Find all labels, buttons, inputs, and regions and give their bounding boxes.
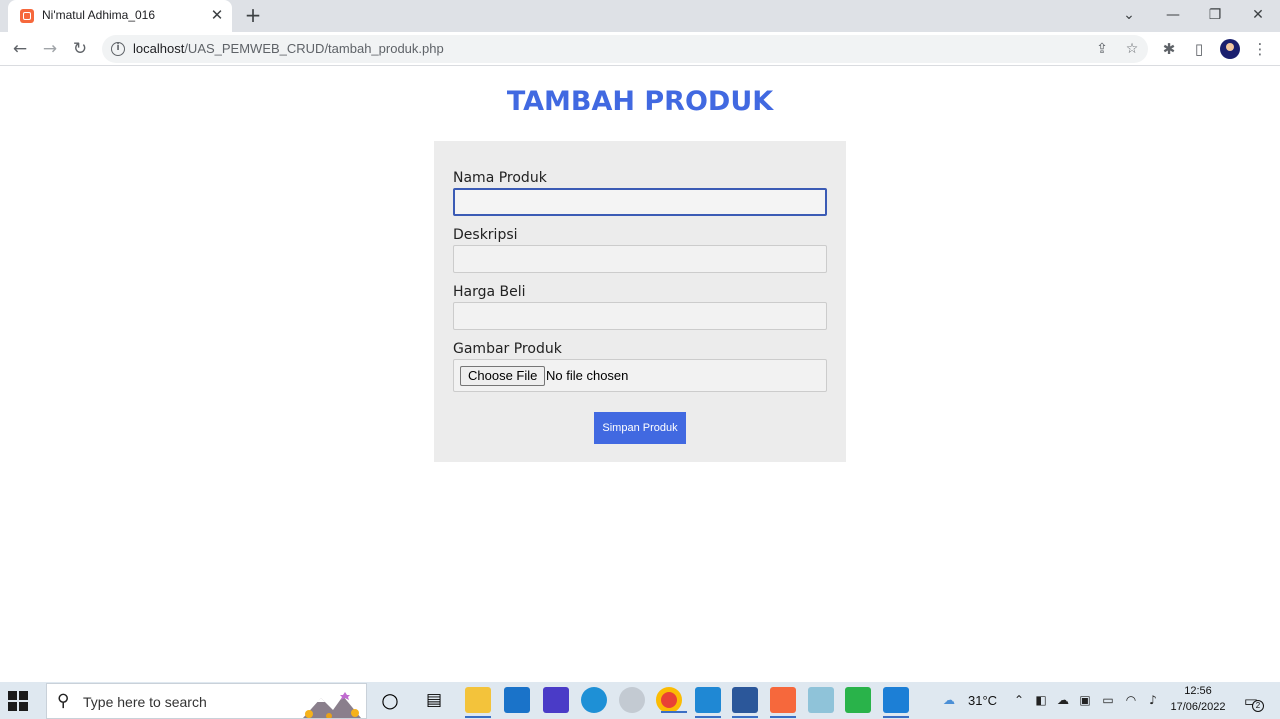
xampp-icon[interactable] bbox=[770, 687, 796, 718]
battery-icon[interactable]: ▭ bbox=[1100, 692, 1116, 708]
choose-file-button[interactable]: Choose File bbox=[460, 366, 546, 386]
app-icon[interactable] bbox=[808, 687, 834, 713]
forward-icon[interactable]: → bbox=[39, 38, 61, 60]
notification-count: 2 bbox=[1252, 700, 1264, 712]
taskbar: ⚲ Type here to search ○ ▤ ☁ 31°C ⌃ ◧ ☁ ▣… bbox=[0, 682, 1280, 719]
tab-strip: Ni'matul Adhima_016 ✕ + ⌄ — ❐ ✕ bbox=[0, 0, 1280, 32]
file-explorer-icon[interactable] bbox=[465, 687, 491, 718]
taskbar-search-box[interactable]: ⚲ Type here to search bbox=[46, 683, 367, 719]
gambar-produk-label: Gambar Produk bbox=[453, 341, 562, 357]
bookmark-star-icon[interactable]: ☆ bbox=[1122, 39, 1142, 59]
browser-toolbar: ← → ↻ i localhost/UAS_PEMWEB_CRUD/tambah… bbox=[0, 32, 1280, 66]
share-icon[interactable]: ⇪ bbox=[1092, 39, 1112, 59]
search-placeholder: Type here to search bbox=[83, 694, 207, 710]
new-tab-button[interactable]: + bbox=[243, 5, 263, 25]
search-icon: ⚲ bbox=[57, 691, 70, 711]
nama-produk-input[interactable] bbox=[453, 188, 827, 216]
simpan-produk-button[interactable]: Simpan Produk bbox=[594, 412, 686, 444]
browser-tab[interactable]: Ni'matul Adhima_016 ✕ bbox=[8, 0, 232, 32]
windows-start-icon[interactable] bbox=[8, 691, 28, 711]
address-bar[interactable]: i localhost/UAS_PEMWEB_CRUD/tambah_produ… bbox=[102, 35, 1148, 63]
menu-kebab-icon[interactable]: ⋮ bbox=[1250, 39, 1270, 59]
url-host: localhost bbox=[133, 41, 185, 56]
cortana-icon[interactable]: ○ bbox=[377, 687, 403, 713]
page-title: TAMBAH PRODUK bbox=[506, 86, 774, 117]
cloud-sync-icon[interactable]: ☁ bbox=[1055, 692, 1071, 708]
deskripsi-label: Deskripsi bbox=[453, 227, 518, 243]
clock-time[interactable]: 12:56 bbox=[1170, 685, 1226, 697]
harga-beli-input[interactable] bbox=[453, 302, 827, 330]
weather-icon[interactable]: ☁ bbox=[941, 692, 957, 708]
deskripsi-input[interactable] bbox=[453, 245, 827, 273]
mail-icon[interactable] bbox=[504, 687, 530, 713]
back-icon[interactable]: ← bbox=[9, 38, 31, 60]
vscode-icon[interactable] bbox=[883, 687, 909, 718]
file-status-text: No file chosen bbox=[546, 368, 629, 383]
tray-app-icon[interactable]: ◧ bbox=[1033, 692, 1049, 708]
wifi-icon[interactable]: ◠ bbox=[1123, 692, 1139, 708]
tray-app-icon[interactable]: ▣ bbox=[1077, 692, 1093, 708]
volume-icon[interactable]: ♪ bbox=[1145, 692, 1161, 708]
profile-avatar[interactable] bbox=[1220, 39, 1240, 59]
app-icon[interactable] bbox=[543, 687, 569, 713]
tab-search-icon[interactable]: ⌄ bbox=[1117, 4, 1141, 26]
word-icon[interactable] bbox=[732, 687, 758, 718]
chrome-icon[interactable] bbox=[656, 687, 687, 713]
close-tab-icon[interactable]: ✕ bbox=[208, 6, 226, 24]
add-product-form: Nama Produk Deskripsi Harga Beli Gambar … bbox=[434, 141, 846, 462]
xampp-favicon-icon bbox=[20, 9, 34, 23]
gambar-produk-file-input[interactable]: Choose File No file chosen bbox=[453, 359, 827, 392]
reload-icon[interactable]: ↻ bbox=[69, 38, 91, 60]
extensions-icon[interactable]: ✱ bbox=[1159, 39, 1179, 59]
edge-icon[interactable] bbox=[581, 687, 607, 713]
nama-produk-label: Nama Produk bbox=[453, 170, 547, 186]
restore-icon[interactable]: ❐ bbox=[1203, 4, 1227, 26]
close-window-icon[interactable]: ✕ bbox=[1246, 4, 1270, 26]
app-icon[interactable] bbox=[695, 687, 721, 718]
info-icon[interactable]: i bbox=[111, 42, 125, 56]
harga-beli-label: Harga Beli bbox=[453, 284, 526, 300]
app-icon[interactable] bbox=[845, 687, 871, 713]
app-icon[interactable] bbox=[619, 687, 645, 713]
chevron-up-icon[interactable]: ⌃ bbox=[1011, 692, 1027, 708]
temperature[interactable]: 31°C bbox=[968, 693, 997, 708]
side-panel-icon[interactable]: ▯ bbox=[1189, 39, 1209, 59]
clock-date[interactable]: 17/06/2022 bbox=[1166, 701, 1230, 713]
task-view-icon[interactable]: ▤ bbox=[421, 687, 447, 713]
url-text[interactable]: localhost/UAS_PEMWEB_CRUD/tambah_produk.… bbox=[133, 41, 444, 56]
url-path: /UAS_PEMWEB_CRUD/tambah_produk.php bbox=[184, 41, 444, 56]
tab-title: Ni'matul Adhima_016 bbox=[42, 8, 156, 22]
search-highlight-illustration-icon bbox=[303, 692, 361, 718]
minimize-icon[interactable]: — bbox=[1161, 4, 1185, 26]
